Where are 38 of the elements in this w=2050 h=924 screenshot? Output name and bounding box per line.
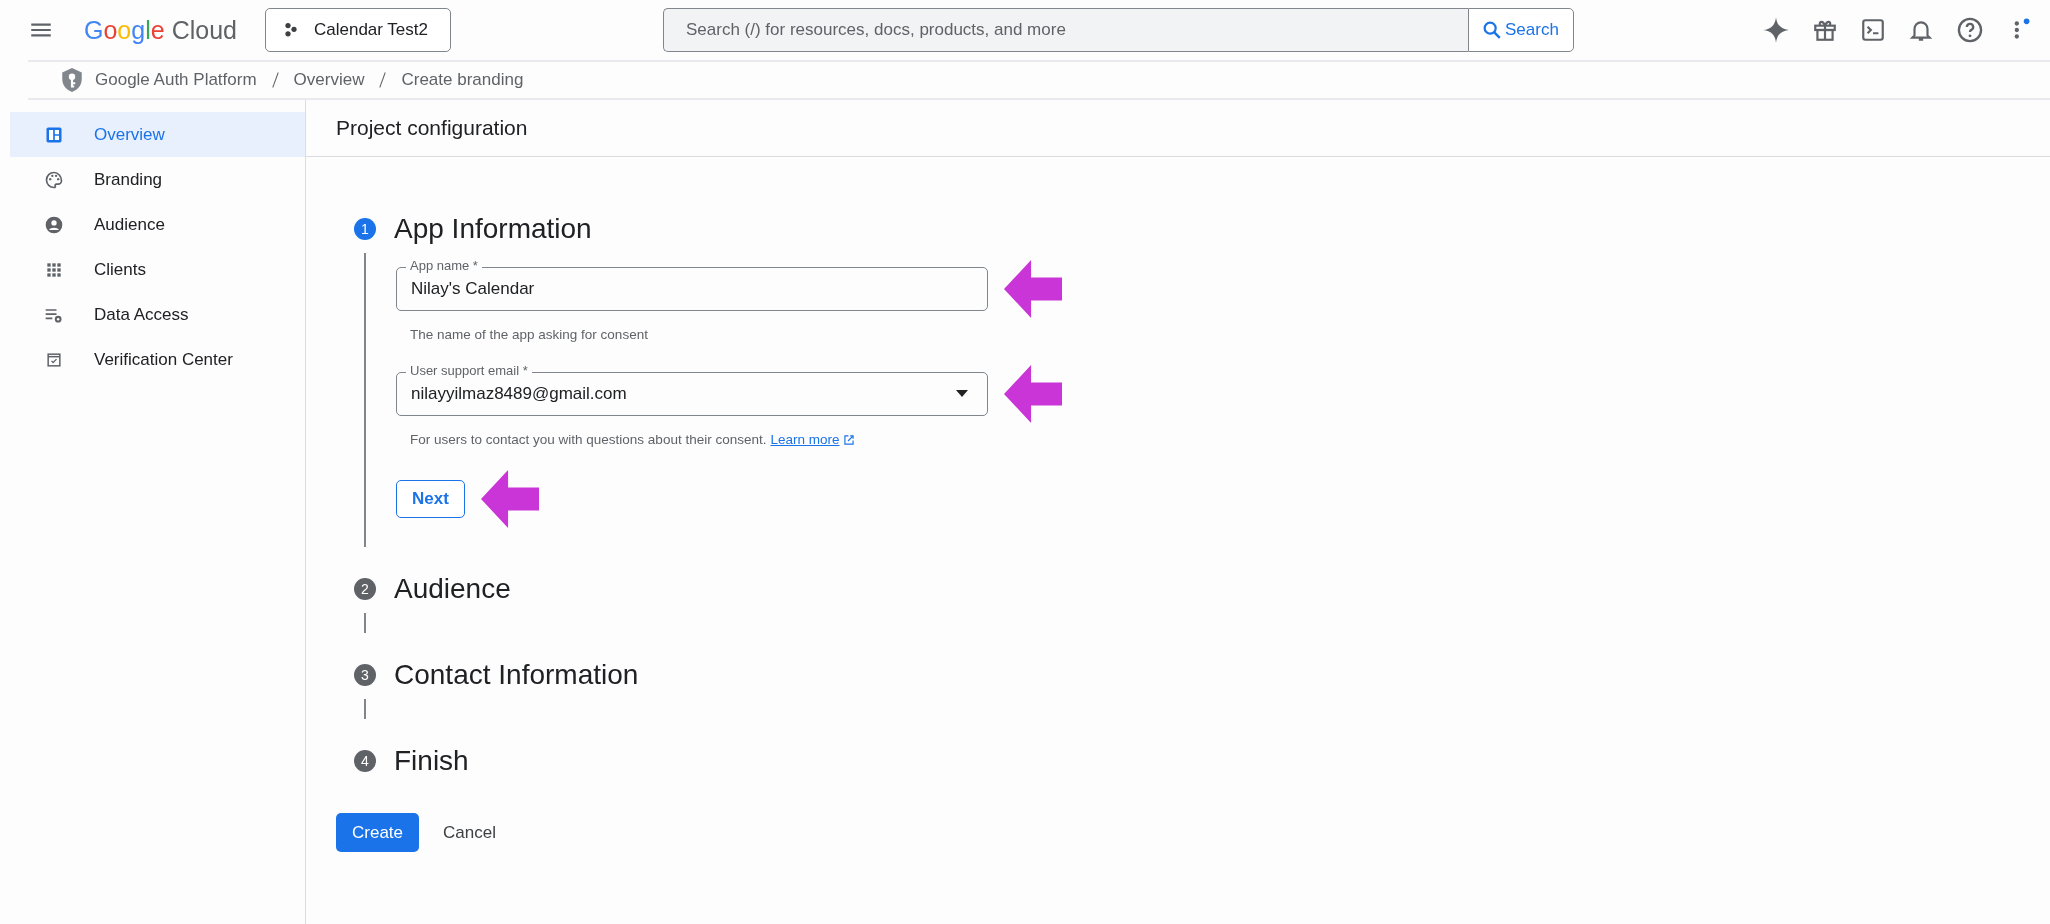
google-cloud-logo[interactable]: Google Cloud [84,15,237,45]
helper-text: The name of the app asking for consent [410,327,649,342]
help-icon[interactable] [1956,16,1984,44]
terminal-icon[interactable] [1860,17,1886,43]
step-title: Audience [394,573,511,605]
step-title: App Information [394,213,592,245]
search-button[interactable]: Search [1468,8,1574,52]
step-title: Contact Information [394,659,639,691]
breadcrumb-link[interactable]: Overview [293,70,365,90]
step-number: 1 [354,218,376,240]
project-picker[interactable]: Calendar Test2 [264,8,451,52]
learn-more-link[interactable]: Learn more [770,432,856,447]
sidebar-item[interactable]: Verification Center [10,337,305,382]
person-icon [44,214,64,235]
page-title: Project configuration [306,100,2050,157]
sidebar-item[interactable]: Overview [10,112,305,157]
step-number: 3 [354,664,376,686]
dropdown-caret-icon [955,390,969,398]
step-title: Finish [394,745,469,777]
sidebar-item[interactable]: Data Access [10,292,305,337]
sidebar-item[interactable]: Audience [10,202,305,247]
step-number: 4 [354,750,376,772]
field-label: User support email * [406,363,532,379]
search-icon [1481,19,1503,41]
breadcrumb-link[interactable]: Create branding [401,70,524,90]
external-link-icon [841,432,856,447]
helper-text: For users to contact you with questions about their consent. Learn more [410,432,2050,447]
step-number: 2 [354,578,376,600]
palette-icon [44,169,64,190]
search-field[interactable]: Search (/) for resources, docs, products, and more [663,8,1468,52]
sidebar-item[interactable]: Clients [10,247,305,292]
cancel-button[interactable]: Cancel [433,813,506,852]
sidebar-item[interactable]: Branding [10,157,305,202]
field-label: App name * [406,258,482,274]
next-button[interactable]: Next [396,480,465,518]
create-button[interactable]: Create [336,813,420,852]
shield-key-icon [59,66,85,94]
breadcrumb-link[interactable]: Google Auth Platform [95,70,257,90]
